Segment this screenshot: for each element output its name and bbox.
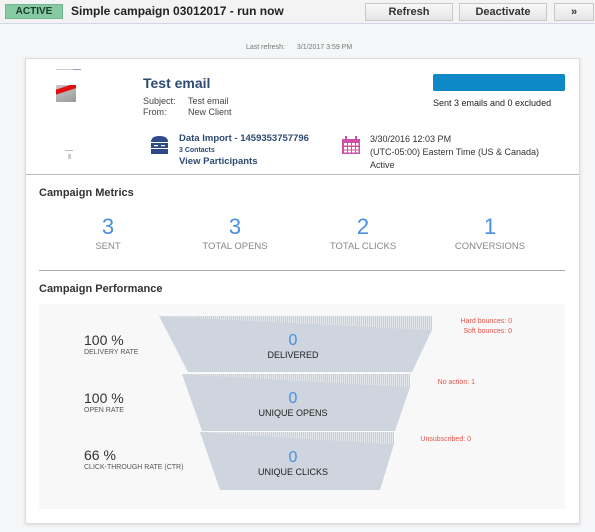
audience-block: Data Import - 1459353757796 3 Contacts V…	[179, 133, 309, 167]
stage-label: UNIQUE CLICKS	[257, 467, 328, 477]
metric-value: 3	[228, 214, 242, 239]
send-progress-bar	[433, 74, 565, 91]
schedule-state: Active	[370, 160, 395, 170]
email-thumbnail[interactable]	[41, 67, 101, 167]
rate-value: 100 %	[84, 390, 124, 406]
stage-label: UNIQUE OPENS	[258, 408, 328, 418]
unique-opens-stat: 0 UNIQUE OPENS	[193, 390, 393, 418]
metric-label: CONVERSIONS	[454, 241, 526, 252]
from-value: New Client	[188, 107, 232, 117]
more-actions-button[interactable]: »	[554, 3, 594, 21]
last-refresh: Last refresh: 3/1/2017 3:59 PM	[246, 44, 352, 51]
data-import-link[interactable]: Data Import - 1459353757796	[179, 133, 309, 144]
stage-value: 0	[288, 390, 298, 407]
email-title[interactable]: Test email	[143, 75, 210, 91]
hard-bounces: Hard bounces: 0	[460, 318, 512, 325]
unsubscribed: Unsubscribed: 0	[420, 436, 471, 443]
bounce-notes: Hard bounces: 0 Soft bounces: 0	[419, 317, 512, 337]
unsubscribed-note: Unsubscribed: 0	[399, 435, 471, 445]
thumbnail-footer-line	[65, 150, 73, 151]
last-refresh-label: Last refresh:	[246, 44, 285, 51]
stage-label: DELIVERED	[267, 350, 319, 360]
metric-value: 3	[101, 214, 115, 239]
metric-conversions: 1 CONVERSIONS	[430, 214, 550, 253]
subject-label: Subject:	[143, 96, 176, 106]
deactivate-button[interactable]: Deactivate	[459, 3, 547, 21]
metric-sent: 3 SENT	[48, 214, 168, 253]
performance-funnel: 100 % DELIVERY RATE 100 % OPEN RATE 66 % CL…	[39, 304, 565, 509]
toolbar: ACTIVE Simple campaign 03012017 - run no…	[0, 0, 595, 24]
thumbnail-link-line	[73, 69, 81, 70]
rate-value: 66 %	[84, 447, 116, 463]
subject-value: Test email	[188, 96, 229, 106]
campaign-title: Simple campaign 03012017 - run now	[71, 4, 284, 18]
header-divider	[26, 174, 579, 175]
rate-label: OPEN RATE	[84, 407, 124, 414]
rate-label: CLICK-THROUGH RATE (CTR)	[84, 464, 184, 471]
status-badge: ACTIVE	[5, 4, 63, 19]
stage-value: 0	[288, 332, 298, 349]
last-refresh-value: 3/1/2017 3:59 PM	[296, 44, 353, 51]
unique-clicks-stat: 0 UNIQUE CLICKS	[193, 449, 393, 477]
delivered-stat: 0 DELIVERED	[193, 332, 393, 360]
metric-total-clicks: 2 TOTAL CLICKS	[303, 214, 423, 253]
performance-title: Campaign Performance	[39, 283, 163, 295]
metrics-title: Campaign Metrics	[39, 187, 134, 199]
refresh-button[interactable]: Refresh	[365, 3, 453, 21]
metric-label: TOTAL CLICKS	[329, 241, 397, 252]
metric-label: TOTAL OPENS	[202, 241, 268, 252]
ctr-rate: 66 % CLICK-THROUGH RATE (CTR)	[84, 447, 183, 471]
soft-bounces: Soft bounces: 0	[463, 328, 512, 335]
thumbnail-footer-mark	[68, 154, 71, 159]
metric-value: 2	[356, 214, 370, 239]
metric-value: 1	[483, 214, 497, 239]
calendar-icon	[342, 136, 360, 154]
metric-total-opens: 3 TOTAL OPENS	[175, 214, 295, 253]
no-action-note: No action: 1	[419, 378, 475, 388]
database-icon	[151, 136, 168, 154]
from-label: From:	[143, 107, 167, 117]
stage-value: 0	[288, 449, 298, 466]
schedule-timezone: (UTC-05:00) Eastern Time (US & Canada)	[370, 147, 540, 157]
no-action: No action: 1	[437, 379, 475, 386]
thumbnail-image	[56, 85, 76, 102]
sent-summary: Sent 3 emails and 0 excluded	[433, 98, 552, 108]
send-progress-fill	[433, 74, 565, 91]
rate-label: DELIVERY RATE	[84, 349, 139, 356]
contacts-count: 3 Contacts	[179, 147, 215, 154]
campaign-card: Test email Subject: Test email From: New C…	[25, 58, 580, 524]
schedule-info: 3/30/2016 12:03 PM (UTC-05:00) Eastern T…	[370, 133, 539, 172]
view-participants-link[interactable]: View Participants	[179, 156, 309, 167]
open-rate: 100 % OPEN RATE	[84, 390, 124, 414]
metric-label: SENT	[95, 241, 121, 252]
metrics-divider	[39, 270, 565, 271]
email-meta: Subject: Test email From: New Client	[143, 96, 232, 118]
schedule-datetime: 3/30/2016 12:03 PM	[370, 134, 452, 144]
rate-value: 100 %	[84, 332, 124, 348]
delivery-rate: 100 % DELIVERY RATE	[84, 332, 138, 356]
